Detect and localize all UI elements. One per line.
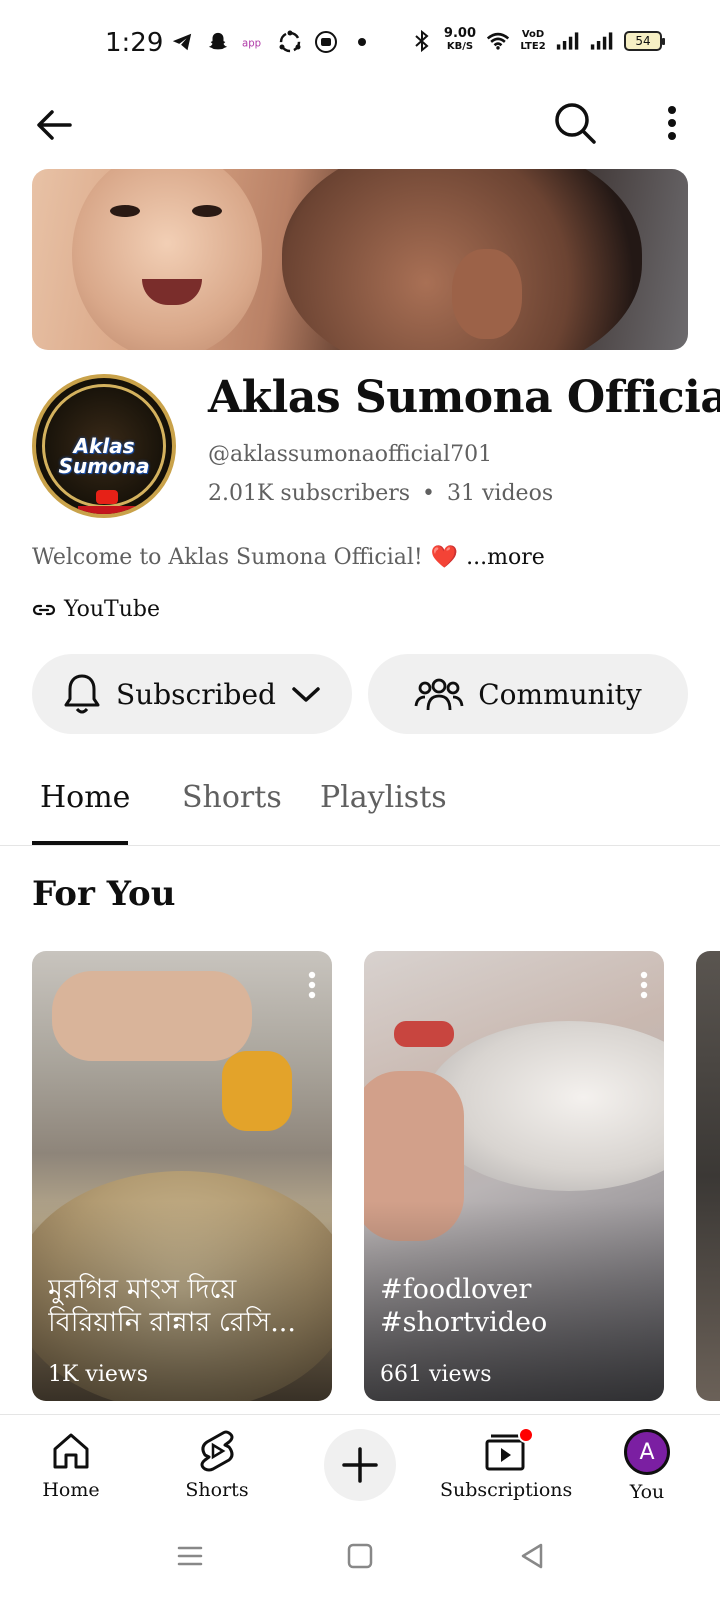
tab-playlists[interactable]: Playlists bbox=[320, 780, 447, 815]
tab-shorts[interactable]: Shorts bbox=[182, 780, 282, 815]
svg-text:app: app bbox=[242, 39, 261, 50]
subscribed-button[interactable]: Subscribed bbox=[32, 654, 352, 734]
chevron-down-icon bbox=[292, 687, 320, 702]
signal-icon-2 bbox=[590, 29, 614, 53]
search-button[interactable] bbox=[550, 98, 600, 148]
community-icon bbox=[414, 678, 464, 711]
plus-icon bbox=[342, 1447, 378, 1483]
user-avatar: A bbox=[624, 1429, 670, 1475]
channel-description[interactable]: Welcome to Aklas Sumona Official! ❤️ ...… bbox=[32, 545, 545, 570]
nav-you[interactable]: A You bbox=[582, 1429, 712, 1503]
youtube-logo-icon bbox=[96, 490, 118, 504]
short-title: #foodlover #shortvideo #vairalvideo bbox=[380, 1274, 548, 1338]
subscribe-ribbon bbox=[78, 506, 138, 514]
network-speed-value: 9.00 bbox=[443, 26, 476, 41]
channel-handle: @aklassumonaofficial701 bbox=[208, 442, 493, 467]
nav-you-label: You bbox=[629, 1481, 665, 1503]
more-vertical-icon bbox=[668, 106, 676, 140]
battery-indicator: 54 bbox=[624, 30, 665, 51]
thumbnail-red-lid bbox=[394, 1021, 454, 1047]
nav-shorts-label: Shorts bbox=[185, 1479, 249, 1501]
status-time: 1:29 bbox=[105, 28, 164, 58]
nav-subscriptions-label: Subscriptions bbox=[440, 1479, 573, 1501]
banner-eye bbox=[110, 205, 140, 217]
section-title: For You bbox=[32, 874, 176, 914]
more-vertical-icon[interactable] bbox=[640, 971, 648, 999]
community-button[interactable]: Community bbox=[368, 654, 688, 734]
bottom-navigation: Home Shorts Subscriptions A You bbox=[0, 1414, 720, 1514]
create-button[interactable] bbox=[324, 1429, 396, 1501]
channel-banner bbox=[32, 169, 688, 350]
more-options-button[interactable] bbox=[652, 98, 692, 148]
shorts-icon bbox=[200, 1430, 234, 1472]
nav-home[interactable]: Home bbox=[6, 1429, 136, 1501]
link-icon bbox=[32, 604, 56, 615]
bluetooth-icon bbox=[410, 29, 434, 53]
channel-link[interactable]: YouTube bbox=[32, 597, 160, 622]
notification-icons: app bbox=[170, 30, 374, 54]
subscribed-label: Subscribed bbox=[116, 677, 276, 711]
banner-child-face bbox=[72, 169, 262, 350]
back-triangle-icon[interactable] bbox=[518, 1542, 546, 1570]
avatar-logo-text: Aklas Sumona bbox=[36, 436, 172, 476]
short-card[interactable]: মুরগির মাংস দিয়ে বিরিয়ানি রান্নার রেসি… bbox=[32, 951, 332, 1401]
arrow-left-icon bbox=[37, 110, 72, 140]
sync-icon bbox=[278, 30, 302, 54]
heart-emoji-icon: ❤️ bbox=[430, 545, 459, 570]
network-speed-unit: KB/S bbox=[446, 41, 474, 52]
short-views: 1K views bbox=[48, 1362, 149, 1387]
system-navigation-bar bbox=[0, 1514, 720, 1600]
back-button[interactable] bbox=[30, 100, 80, 150]
community-label: Community bbox=[478, 677, 642, 711]
channel-avatar[interactable]: Aklas Sumona bbox=[32, 374, 176, 518]
network-speed: 9.00 KB/S bbox=[443, 26, 476, 53]
home-icon bbox=[53, 1433, 89, 1469]
telegram-icon bbox=[170, 30, 194, 54]
system-status-icons: 9.00 KB/S VoD LTE2 54 bbox=[410, 26, 665, 53]
menu-icon[interactable] bbox=[176, 1542, 204, 1570]
avatar-logo-line2: Sumona bbox=[58, 454, 150, 478]
stats-separator: • bbox=[422, 481, 436, 506]
channel-name: Aklas Sumona Official bbox=[208, 372, 720, 423]
active-tab-indicator bbox=[32, 841, 128, 845]
app-icon: app bbox=[242, 30, 266, 54]
notification-badge bbox=[518, 1427, 534, 1443]
channel-link-label: YouTube bbox=[64, 597, 160, 622]
home-square-icon[interactable] bbox=[346, 1542, 374, 1570]
nav-home-label: Home bbox=[42, 1479, 100, 1501]
short-card-partial[interactable] bbox=[696, 951, 720, 1401]
video-count: 31 videos bbox=[447, 481, 554, 506]
more-link[interactable]: ...more bbox=[466, 545, 545, 570]
thumbnail-bottle bbox=[222, 1051, 292, 1131]
more-vertical-icon[interactable] bbox=[308, 971, 316, 999]
banner-ear bbox=[452, 249, 522, 339]
dot-icon bbox=[350, 30, 374, 54]
nav-subscriptions[interactable]: Subscriptions bbox=[440, 1427, 573, 1501]
snapchat-icon bbox=[206, 30, 230, 54]
channel-stats: 2.01K subscribers • 31 videos bbox=[208, 481, 553, 506]
short-title: মুরগির মাংস দিয়ে বিরিয়ানি রান্নার রেসি… bbox=[48, 1274, 296, 1338]
thumbnail-hand bbox=[52, 971, 252, 1061]
channel-tabs: Home Shorts Playlists bbox=[0, 770, 720, 846]
description-text: Welcome to Aklas Sumona Official! bbox=[32, 545, 423, 570]
camera-icon bbox=[314, 30, 338, 54]
subscriber-count: 2.01K subscribers bbox=[208, 481, 411, 506]
bell-icon bbox=[64, 674, 100, 714]
nav-shorts[interactable]: Shorts bbox=[152, 1429, 282, 1501]
status-bar: 1:29 app 9.00 KB/S VoD LTE2 54 bbox=[0, 0, 720, 90]
signal-icon bbox=[556, 29, 580, 53]
banner-eye bbox=[192, 205, 222, 217]
wifi-icon bbox=[486, 29, 510, 53]
search-icon bbox=[555, 103, 596, 144]
short-views: 661 views bbox=[380, 1362, 492, 1387]
tab-home[interactable]: Home bbox=[40, 780, 130, 815]
top-app-bar bbox=[0, 90, 720, 170]
short-card[interactable]: #foodlover #shortvideo #vairalvideo 661 … bbox=[364, 951, 664, 1401]
volte-label: VoD LTE2 bbox=[520, 28, 546, 52]
